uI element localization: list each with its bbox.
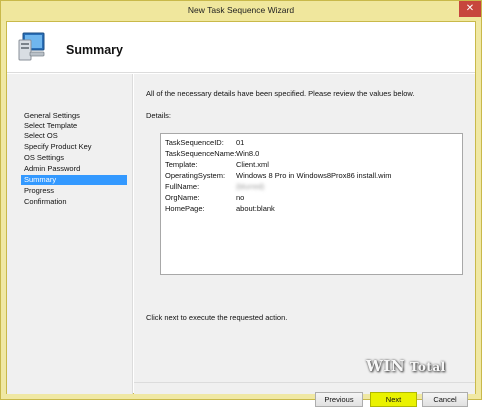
window-title: New Task Sequence Wizard xyxy=(187,5,295,15)
detail-value: no xyxy=(236,193,245,202)
detail-key: OperatingSystem: xyxy=(165,171,226,180)
button-bar-divider xyxy=(134,382,475,383)
detail-row: OrgName: no xyxy=(165,193,460,203)
detail-row: Template: Client.xml xyxy=(165,160,460,170)
nav-item-select-os[interactable]: Select OS xyxy=(21,131,127,141)
detail-row: TaskSequenceName: Win8.0 xyxy=(165,149,460,159)
detail-value: about:blank xyxy=(236,204,275,213)
detail-value: Windows 8 Pro in Windows8Prox86 install.… xyxy=(236,171,392,180)
wizard-client-area: Summary General Settings Select Template… xyxy=(6,21,476,407)
detail-key: FullName: xyxy=(165,182,200,191)
detail-value: 01 xyxy=(236,138,245,147)
computer-icon xyxy=(18,32,45,61)
wizard-window: New Task Sequence Wizard ✕ Summary Gener… xyxy=(0,0,482,407)
intro-text: All of the necessary details have been s… xyxy=(146,89,415,98)
detail-row: FullName: (blurred) xyxy=(165,182,460,192)
detail-key: TaskSequenceID: xyxy=(165,138,224,147)
detail-key: Template: xyxy=(165,160,198,169)
watermark-logo: WIN Total xyxy=(366,357,446,375)
execute-hint-text: Click next to execute the requested acti… xyxy=(146,313,288,322)
nav-item-specify-product-key[interactable]: Specify Product Key xyxy=(21,142,127,152)
detail-key: HomePage: xyxy=(165,204,205,213)
nav-item-summary[interactable]: Summary xyxy=(21,175,127,185)
detail-value: Client.xml xyxy=(236,160,269,169)
nav-item-confirmation[interactable]: Confirmation xyxy=(21,197,127,207)
nav-item-os-settings[interactable]: OS Settings xyxy=(21,153,127,163)
detail-value: Win8.0 xyxy=(236,149,260,158)
detail-row: OperatingSystem: Windows 8 Pro in Window… xyxy=(165,171,460,181)
detail-key: TaskSequenceName: xyxy=(165,149,237,158)
nav-item-general-settings[interactable]: General Settings xyxy=(21,111,127,121)
detail-value-redacted: (blurred) xyxy=(236,182,265,191)
details-label: Details: xyxy=(146,111,172,120)
nav-item-select-template[interactable]: Select Template xyxy=(21,121,127,131)
wizard-header: Summary xyxy=(7,22,475,73)
detail-key: OrgName: xyxy=(165,193,200,202)
detail-row: HomePage: about:blank xyxy=(165,204,460,214)
close-button[interactable]: ✕ xyxy=(459,1,481,17)
details-list[interactable]: TaskSequenceID: 01 TaskSequenceName: Win… xyxy=(160,133,463,275)
detail-row: TaskSequenceID: 01 xyxy=(165,138,460,148)
wizard-step-nav: General Settings Select Template Select … xyxy=(7,74,133,394)
summary-content: All of the necessary details have been s… xyxy=(134,74,475,407)
title-bar[interactable]: New Task Sequence Wizard ✕ xyxy=(1,1,481,21)
page-title: Summary xyxy=(66,43,123,57)
nav-item-progress[interactable]: Progress xyxy=(21,186,127,196)
nav-item-admin-password[interactable]: Admin Password xyxy=(21,164,127,174)
